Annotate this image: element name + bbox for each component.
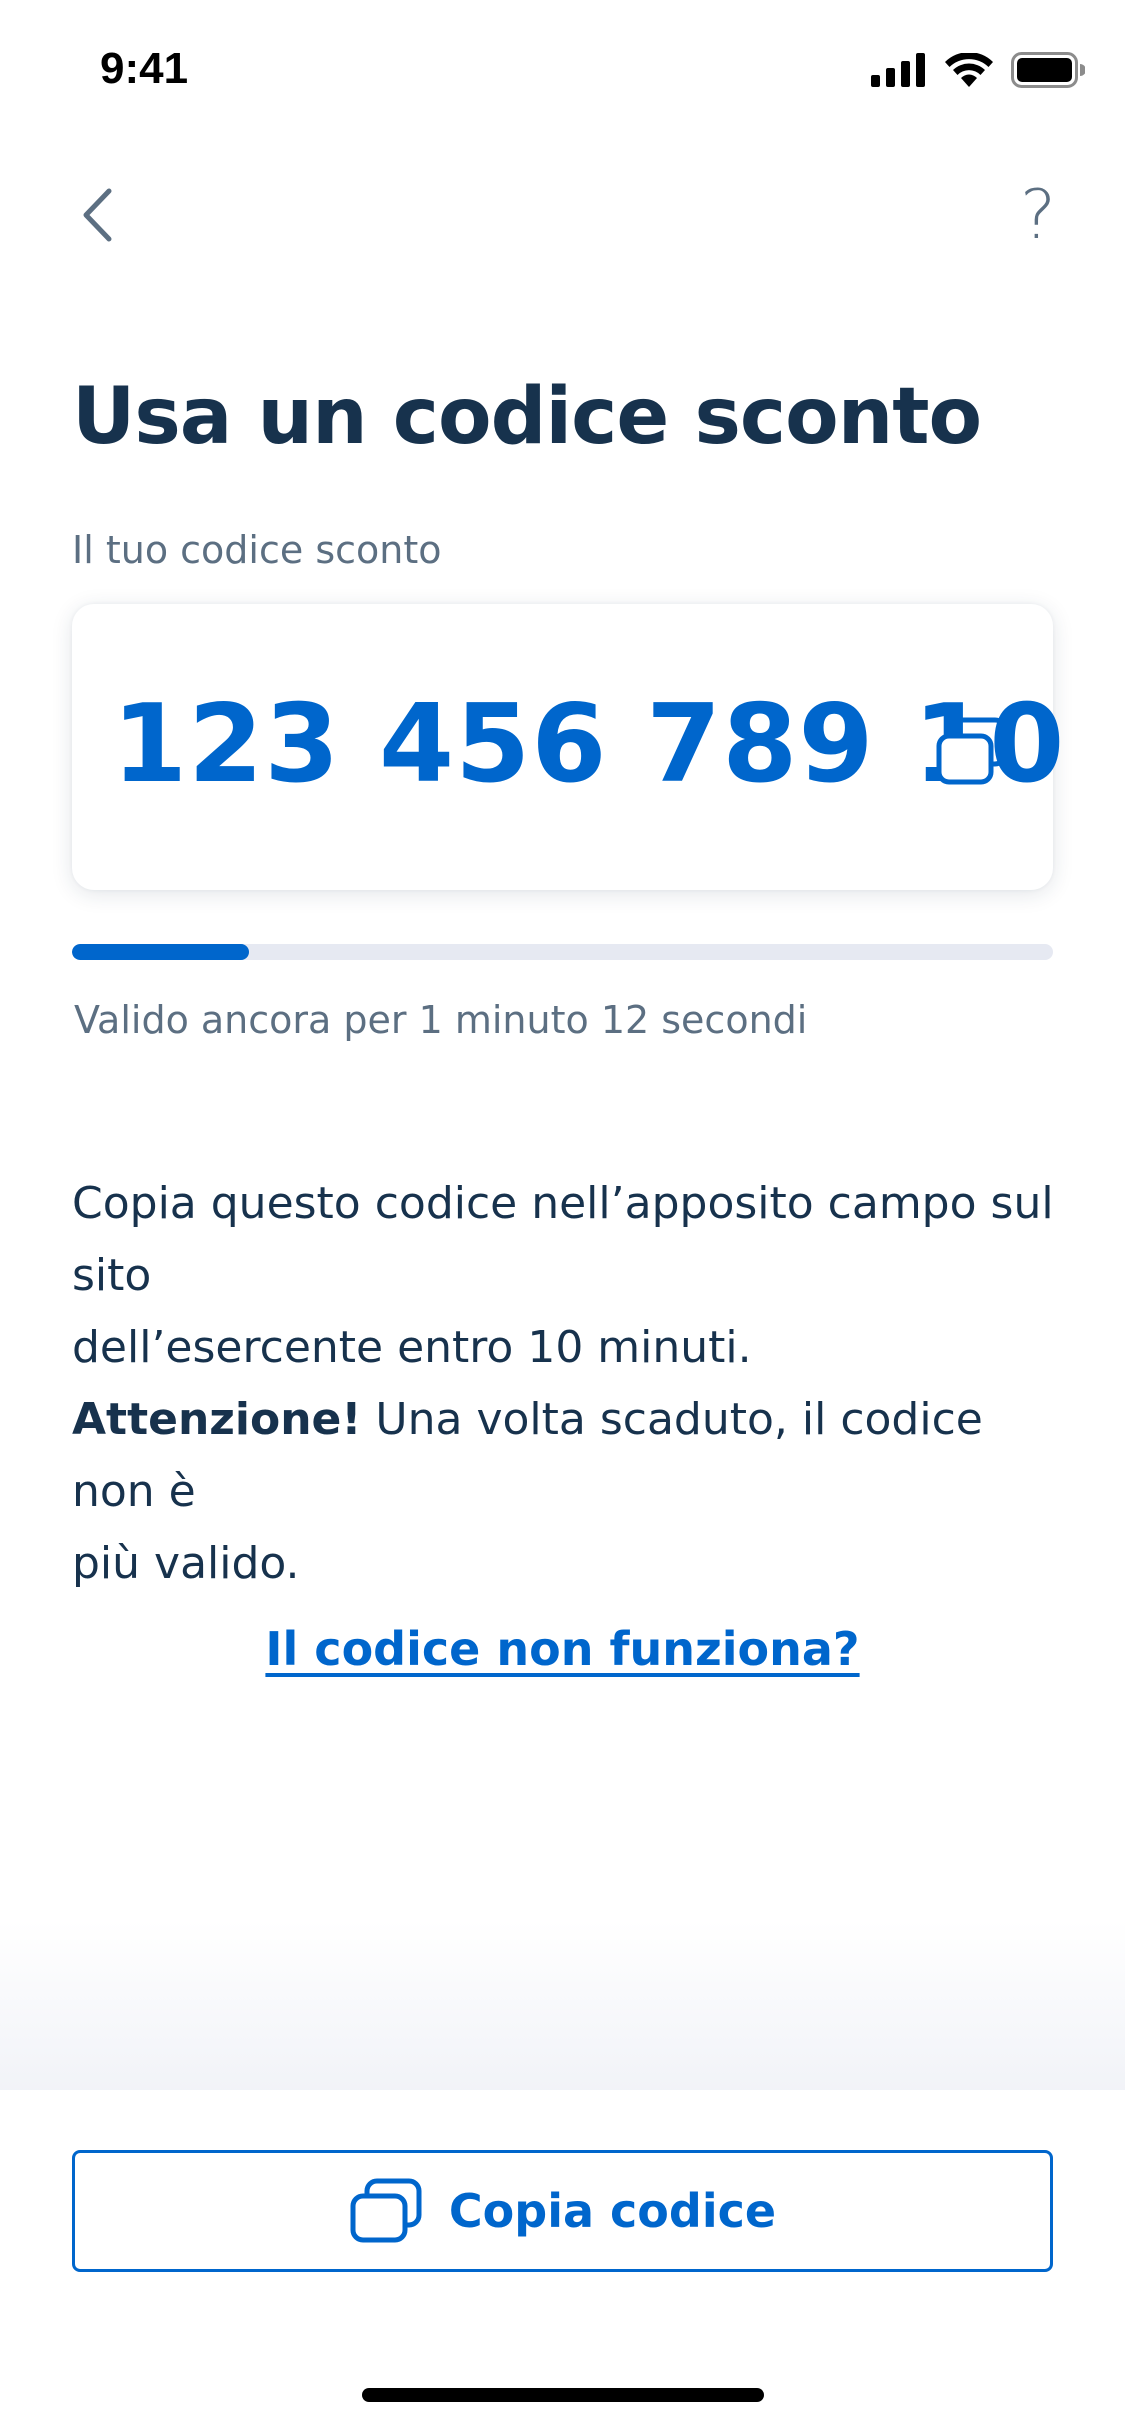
warning-text: Attenzione! Una volta scaduto, il codice… xyxy=(72,1384,1062,1600)
validity-progress-fill xyxy=(72,944,249,960)
battery-icon xyxy=(1011,52,1085,88)
warning-bold: Attenzione! xyxy=(72,1394,362,1445)
cellular-signal-icon xyxy=(871,53,925,87)
chevron-left-icon xyxy=(83,188,112,242)
code-card: 123 456 789 10 xyxy=(72,604,1064,890)
validity-progress-bar xyxy=(72,944,1053,960)
instructions-text: Copia questo codice nell’apposito campo … xyxy=(72,1168,1062,1384)
code-not-working-link[interactable]: Il codice non funziona? xyxy=(0,1622,1125,1676)
help-button[interactable]: ? xyxy=(1003,176,1073,255)
copy-icon[interactable] xyxy=(935,716,1009,786)
status-icons xyxy=(871,50,1085,90)
copy-code-button-label: Copia codice xyxy=(448,2184,777,2238)
status-bar: 9:41 xyxy=(0,0,1125,140)
screen: 9:41 ? Usa un codice sconto Il tuo codic… xyxy=(0,0,1125,2436)
question-mark-icon: ? xyxy=(1019,175,1057,255)
instructions-line-1: Copia questo codice nell’apposito campo … xyxy=(72,1178,1054,1301)
bottom-shadow xyxy=(0,1920,1125,2090)
code-label: Il tuo codice sconto xyxy=(72,528,442,572)
home-indicator xyxy=(362,2388,764,2402)
warning-line-2: più valido. xyxy=(72,1538,300,1589)
wifi-icon xyxy=(945,53,993,87)
instructions-line-2: dell’esercente entro 10 minuti. xyxy=(72,1322,752,1373)
copy-icon xyxy=(350,2178,422,2243)
warning-line-1: Attenzione! Una volta scaduto, il codice… xyxy=(72,1384,1062,1528)
code-not-working-label: Il codice non funziona? xyxy=(265,1622,860,1676)
validity-text: Valido ancora per 1 minuto 12 secondi xyxy=(74,998,808,1042)
back-button[interactable] xyxy=(62,180,132,250)
copy-code-button[interactable]: Copia codice xyxy=(72,2150,1053,2272)
discount-code-value: 123 456 789 10 xyxy=(112,682,1066,807)
page-title: Usa un codice sconto xyxy=(72,372,982,462)
status-time: 9:41 xyxy=(100,44,189,93)
